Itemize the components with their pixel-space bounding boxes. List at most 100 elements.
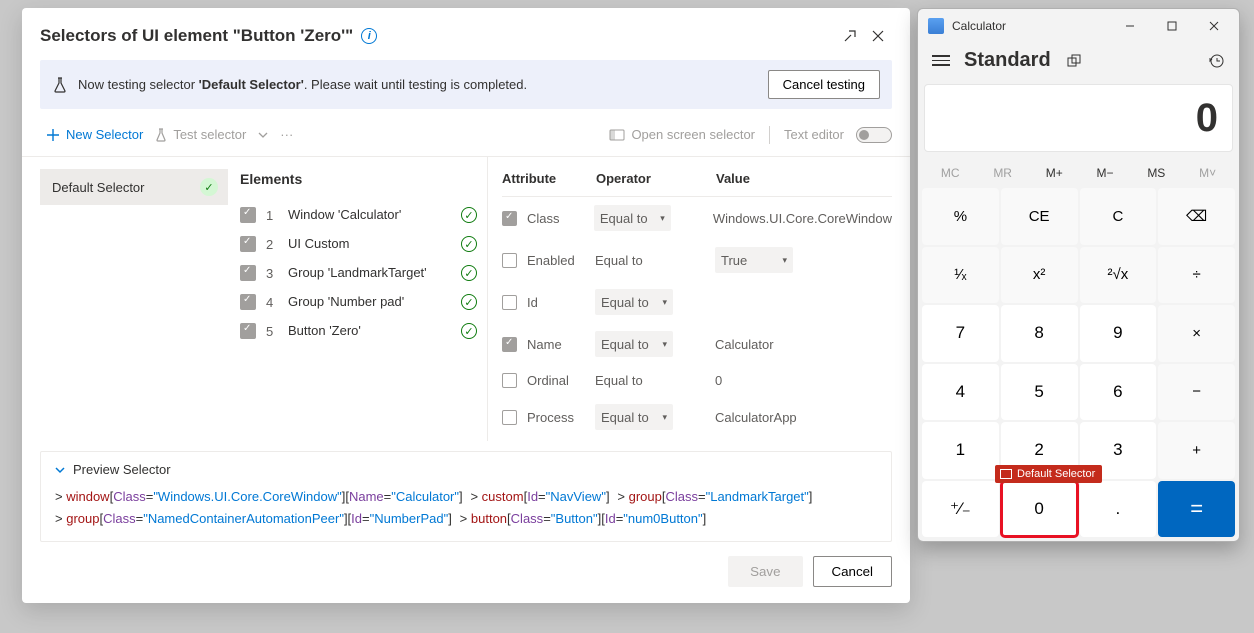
mem-mv[interactable]: M˅ [1193, 162, 1222, 184]
attr-checkbox[interactable] [502, 295, 517, 310]
element-num: 2 [266, 237, 278, 252]
mem-ms[interactable]: MS [1141, 162, 1171, 184]
calc-btn-0[interactable]: 0 [1001, 481, 1078, 538]
maximize-icon[interactable] [836, 22, 864, 50]
element-row[interactable]: 5 Button 'Zero' ✓ [240, 317, 477, 346]
mem-mc[interactable]: MC [935, 162, 966, 184]
checkbox[interactable] [240, 265, 256, 281]
attr-checkbox[interactable] [502, 253, 517, 268]
element-label: UI Custom [288, 236, 451, 253]
calc-btn-⁺⁄₋[interactable]: ⁺⁄₋ [922, 481, 999, 538]
mem-mr[interactable]: MR [987, 162, 1018, 184]
close-icon[interactable] [1193, 11, 1235, 41]
minimize-icon[interactable] [1109, 11, 1151, 41]
checkbox[interactable] [240, 236, 256, 252]
calc-btn-1[interactable]: 1 [922, 422, 999, 479]
test-selector-dropdown[interactable] [252, 128, 274, 142]
operator-text: Equal to [595, 253, 673, 268]
calc-btn-C[interactable]: C [1080, 188, 1157, 245]
check-icon: ✓ [461, 323, 477, 339]
memory-row: MC MR M+ M− MS M˅ [918, 156, 1239, 186]
preview-selector: Preview Selector > window[Class="Windows… [40, 451, 892, 542]
calc-btn-×[interactable]: × [1158, 305, 1235, 362]
cancel-button[interactable]: Cancel [813, 556, 893, 587]
calc-btn-backspace[interactable]: ⌫ [1158, 188, 1235, 245]
mem-mplus[interactable]: M+ [1040, 162, 1069, 184]
maximize-icon[interactable] [1151, 11, 1193, 41]
attribute-row: ClassEqual to▾Windows.UI.Core.CoreWindow [502, 197, 892, 239]
attr-checkbox[interactable] [502, 337, 517, 352]
element-row[interactable]: 3 Group 'LandmarkTarget' ✓ [240, 259, 477, 288]
calc-btn-7[interactable]: 7 [922, 305, 999, 362]
calc-mode: Standard [964, 49, 1051, 72]
check-icon: ✓ [461, 294, 477, 310]
calc-btn-CE[interactable]: CE [1001, 188, 1078, 245]
attribute-row: EnabledEqual to True▾ [502, 239, 892, 281]
calc-btn-9[interactable]: 9 [1080, 305, 1157, 362]
calc-btn-6[interactable]: 6 [1080, 364, 1157, 421]
cancel-testing-button[interactable]: Cancel testing [768, 70, 880, 99]
calc-btn-.[interactable]: . [1080, 481, 1157, 538]
close-icon[interactable] [864, 22, 892, 50]
attribute-row: ProcessEqual to▾CalculatorApp [502, 396, 892, 438]
calc-display: 0 [924, 84, 1233, 152]
calc-btn-²√x[interactable]: ²√x [1080, 247, 1157, 304]
open-screen-selector-button[interactable]: Open screen selector [603, 123, 761, 146]
check-icon: ✓ [200, 178, 218, 196]
element-row[interactable]: 1 Window 'Calculator' ✓ [240, 201, 477, 230]
attr-name: Ordinal [527, 373, 595, 388]
calc-btn-¹⁄ₓ[interactable]: ¹⁄ₓ [922, 247, 999, 304]
calc-btn-÷[interactable]: ÷ [1158, 247, 1235, 304]
calc-btn-−[interactable]: − [1158, 364, 1235, 421]
calc-btn-equals[interactable]: = [1158, 481, 1235, 538]
operator-dropdown[interactable]: Equal to▾ [595, 331, 673, 357]
operator-dropdown[interactable]: Equal to▾ [594, 205, 671, 231]
element-num: 1 [266, 208, 278, 223]
checkbox[interactable] [240, 207, 256, 223]
check-icon: ✓ [461, 236, 477, 252]
attribute-row: NameEqual to▾Calculator [502, 323, 892, 365]
attribute-row: IdEqual to▾ [502, 281, 892, 323]
calc-btn-4[interactable]: 4 [922, 364, 999, 421]
flask-icon [52, 77, 68, 93]
preview-toggle[interactable]: Preview Selector [55, 462, 877, 477]
col-value: Value [716, 171, 892, 186]
test-selector-button[interactable]: Test selector [149, 123, 252, 146]
operator-dropdown[interactable]: Equal to▾ [595, 289, 673, 315]
attr-checkbox[interactable] [502, 211, 517, 226]
calc-btn-5[interactable]: 5 [1001, 364, 1078, 421]
operator-dropdown[interactable]: Equal to▾ [595, 404, 673, 430]
calc-header: Standard [918, 43, 1239, 80]
save-button[interactable]: Save [728, 556, 802, 587]
checkbox[interactable] [240, 294, 256, 310]
calc-btn-%[interactable]: % [922, 188, 999, 245]
calc-btn-+[interactable]: + [1158, 422, 1235, 479]
checkbox[interactable] [240, 323, 256, 339]
calc-btn-x²[interactable]: x² [1001, 247, 1078, 304]
calc-titlebar: Calculator [918, 9, 1239, 43]
new-selector-button[interactable]: New Selector [40, 123, 149, 146]
mem-mminus[interactable]: M− [1091, 162, 1120, 184]
toolbar: New Selector Test selector ··· Open scre… [22, 117, 910, 157]
element-num: 5 [266, 324, 278, 339]
value-text: 0 [715, 373, 722, 388]
attr-name: Enabled [527, 253, 595, 268]
more-button[interactable]: ··· [274, 123, 299, 146]
value-dropdown[interactable]: True▾ [715, 247, 793, 273]
elements-pane: Elements 1 Window 'Calculator' ✓ 2 UI Cu… [228, 157, 488, 441]
menu-icon[interactable] [932, 52, 950, 69]
calc-btn-8[interactable]: 8 [1001, 305, 1078, 362]
element-row[interactable]: 2 UI Custom ✓ [240, 230, 477, 259]
element-label: Button 'Zero' [288, 323, 451, 340]
text-editor-toggle[interactable] [856, 127, 892, 143]
attr-checkbox[interactable] [502, 373, 517, 388]
element-row[interactable]: 4 Group 'Number pad' ✓ [240, 288, 477, 317]
calc-app-icon [928, 18, 944, 34]
elements-header: Elements [240, 171, 477, 187]
selector-item-default[interactable]: Default Selector ✓ [40, 169, 228, 205]
info-icon[interactable]: i [361, 28, 377, 44]
history-icon[interactable] [1207, 52, 1225, 70]
attr-checkbox[interactable] [502, 410, 517, 425]
dialog-footer: Save Cancel [22, 542, 910, 603]
keep-on-top-icon[interactable] [1065, 52, 1083, 70]
